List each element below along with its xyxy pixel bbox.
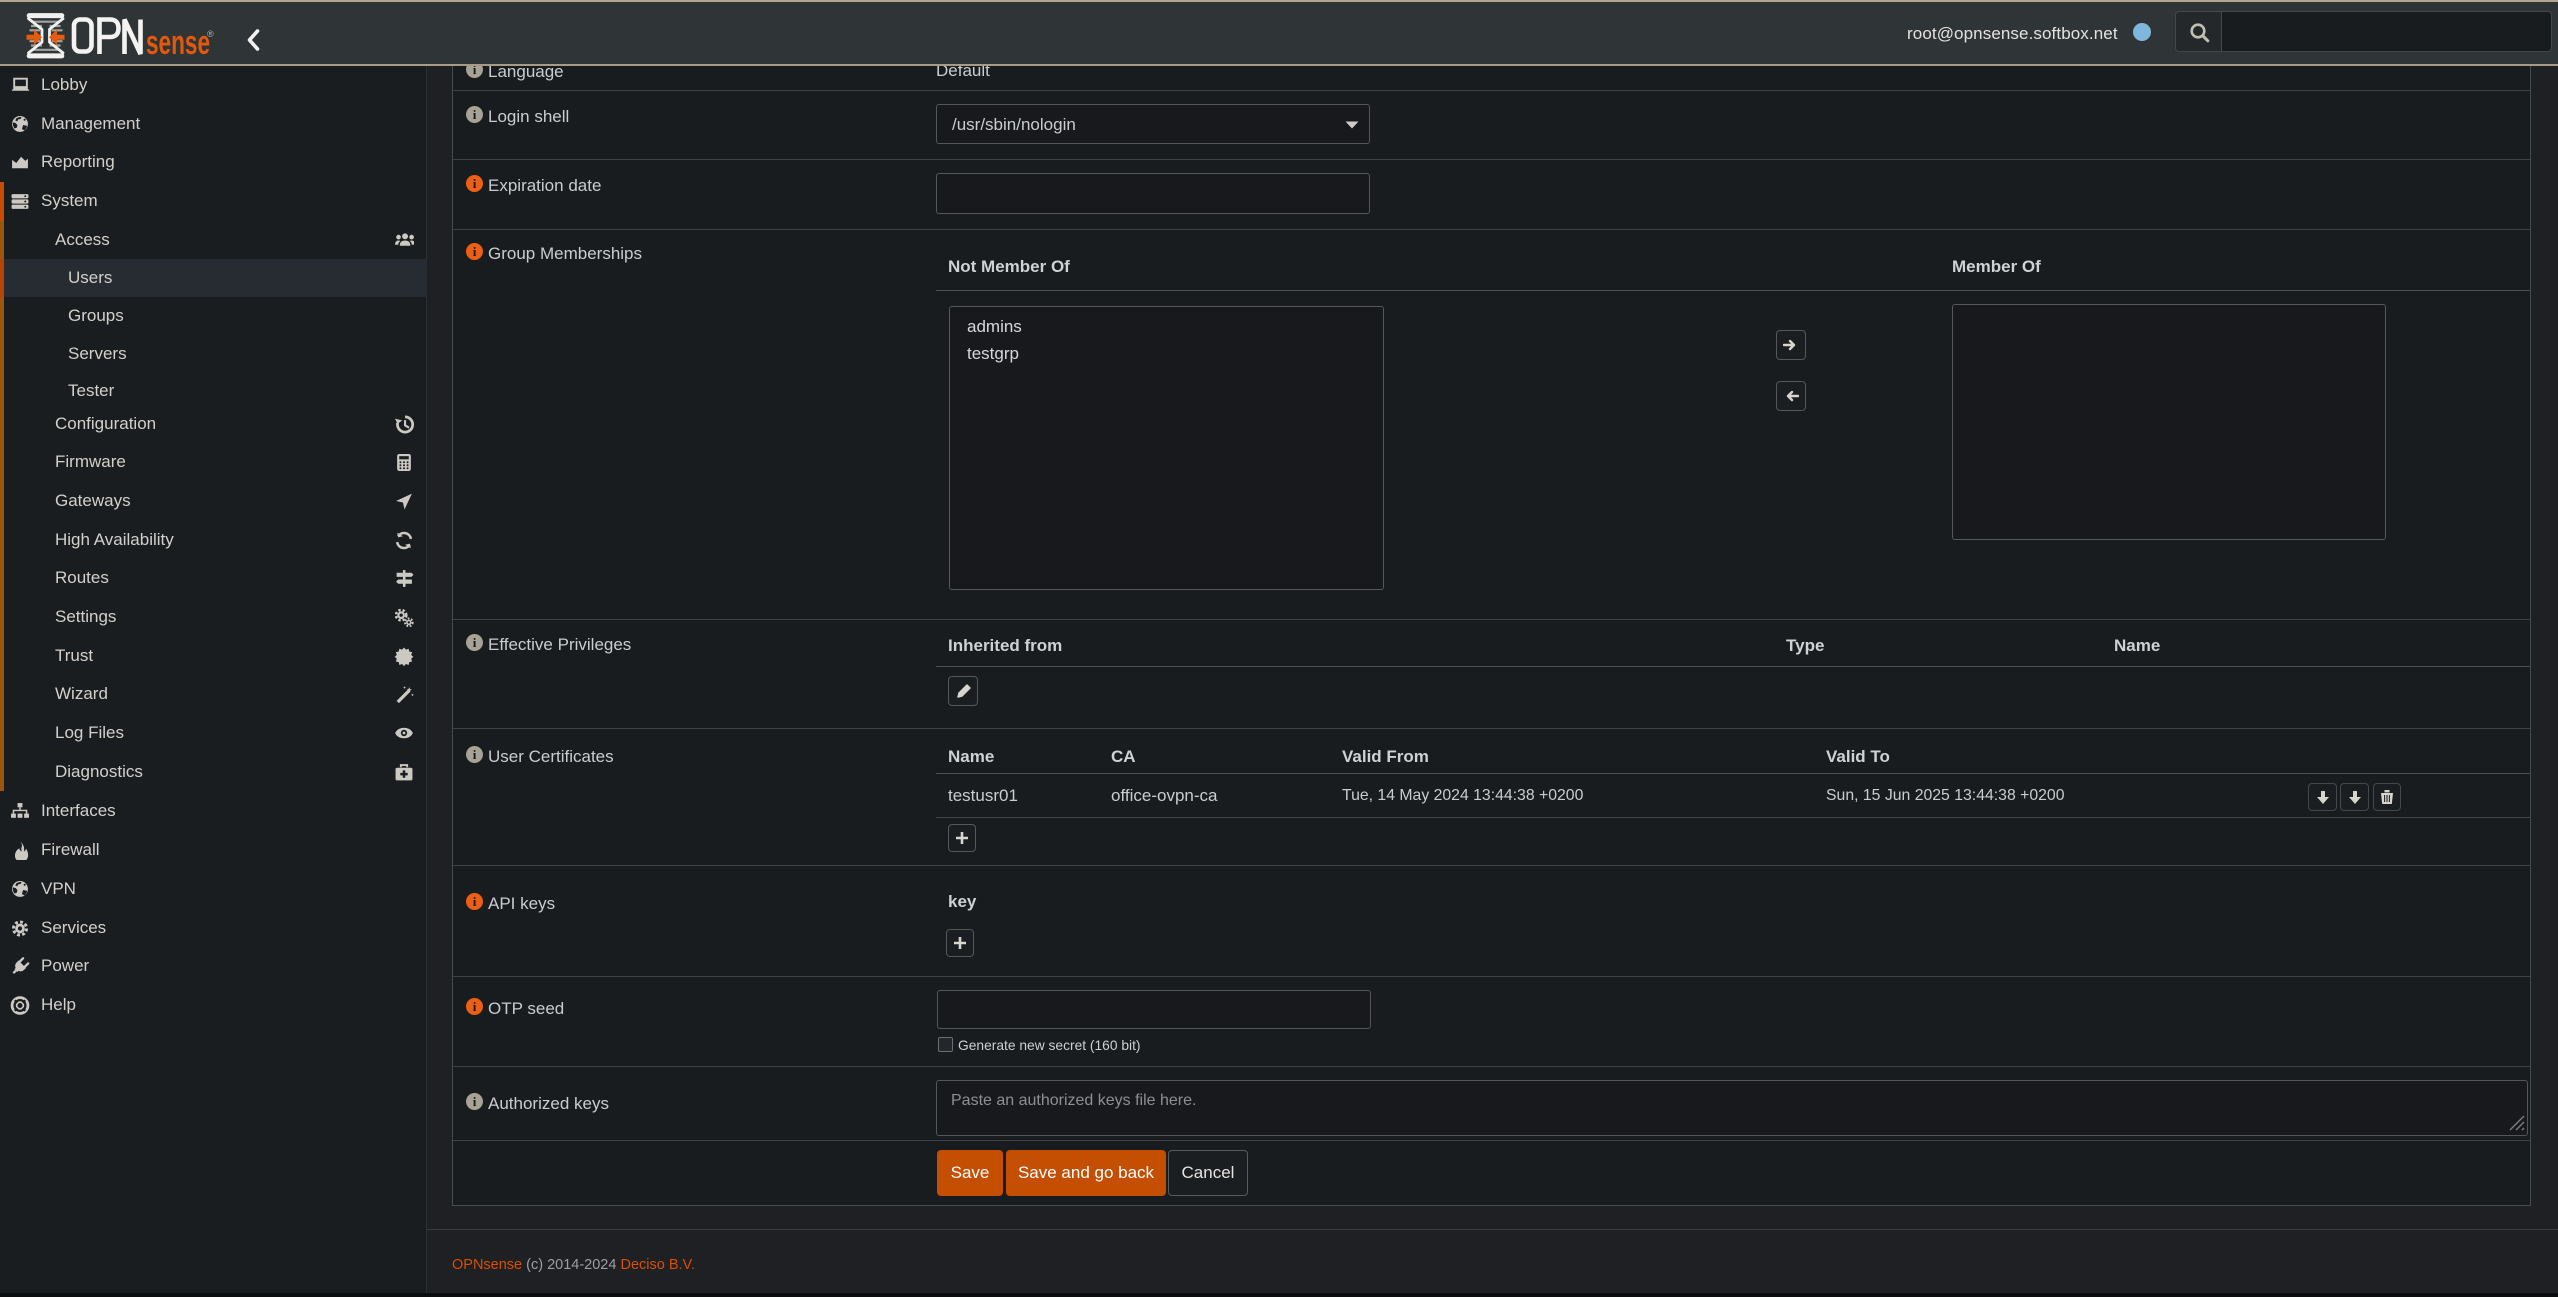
- svg-text:sense: sense: [146, 24, 210, 62]
- svg-text:®: ®: [207, 29, 214, 39]
